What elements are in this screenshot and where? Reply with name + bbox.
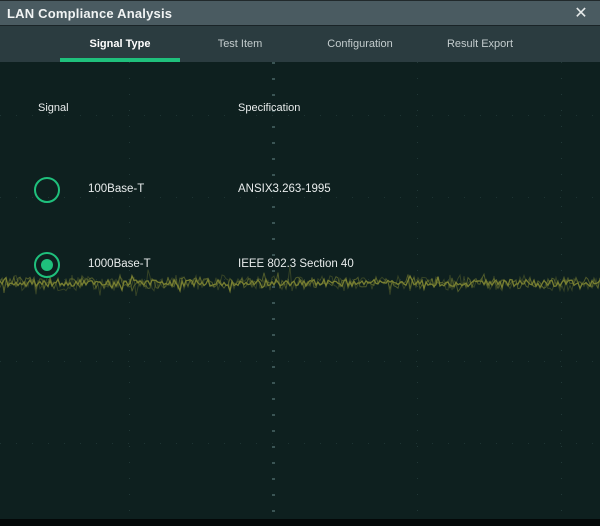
column-header-specification: Specification <box>238 102 300 114</box>
gridline-vertical <box>417 62 418 519</box>
radio-button-1000base-t[interactable] <box>34 252 60 278</box>
tab-bar: Signal Type Test Item Configuration Resu… <box>0 26 600 62</box>
gridline-horizontal <box>0 443 600 444</box>
bottom-edge-strip <box>0 519 600 526</box>
dialog-titlebar: LAN Compliance Analysis ✕ <box>0 0 600 26</box>
specification-label: ANSIX3.263-1995 <box>238 183 331 195</box>
table-row-100base-t[interactable]: 100Base-T ANSIX3.263-1995 <box>0 170 600 210</box>
graticule <box>0 62 600 519</box>
tab-result-export[interactable]: Result Export <box>420 26 540 62</box>
column-header-signal: Signal <box>38 102 69 114</box>
tab-configuration[interactable]: Configuration <box>300 26 420 62</box>
radio-button-100base-t[interactable] <box>34 177 60 203</box>
close-icon[interactable]: ✕ <box>568 1 594 27</box>
gridline-horizontal <box>0 115 600 116</box>
gridline-vertical <box>129 62 130 519</box>
gridline-horizontal <box>0 361 600 362</box>
tab-test-item[interactable]: Test Item <box>180 26 300 62</box>
specification-label: IEEE 802.3 Section 40 <box>238 258 354 270</box>
dialog-title: LAN Compliance Analysis <box>0 6 172 21</box>
tab-signal-type[interactable]: Signal Type <box>60 26 180 62</box>
table-row-1000base-t[interactable]: 1000Base-T IEEE 802.3 Section 40 <box>0 245 600 285</box>
lan-compliance-dialog: LAN Compliance Analysis ✕ Signal Type Te… <box>0 0 600 526</box>
signal-label: 100Base-T <box>88 183 144 195</box>
signal-label: 1000Base-T <box>88 258 151 270</box>
gridline-vertical-center <box>272 62 275 519</box>
gridline-vertical <box>561 62 562 519</box>
